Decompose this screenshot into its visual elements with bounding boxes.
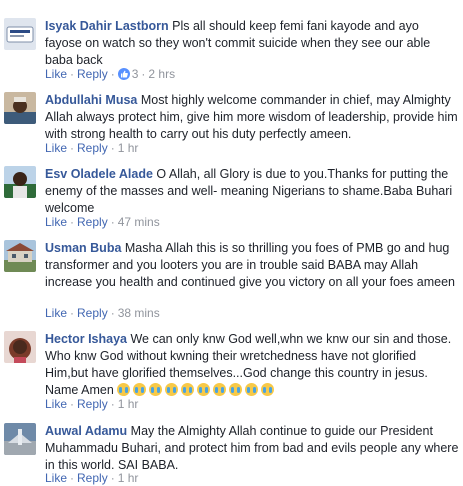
like-link[interactable]: Like [45, 397, 67, 411]
comment-body: Abdullahi Musa Most highly welcome comma… [45, 92, 459, 143]
separator: · [110, 215, 115, 229]
comment-thread: Isyak Dahir Lastborn Pls all should keep… [0, 0, 463, 485]
commenter-name[interactable]: Auwal Adamu [45, 424, 127, 438]
like-link[interactable]: Like [45, 306, 67, 320]
separator: · [110, 306, 115, 320]
comment-actions: Like · Reply · 47 mins [45, 214, 160, 230]
separator: · [110, 397, 115, 411]
timestamp[interactable]: 1 hr [118, 141, 139, 155]
timestamp[interactable]: 47 mins [118, 215, 160, 229]
avatar[interactable] [4, 18, 36, 50]
like-link[interactable]: Like [45, 215, 67, 229]
separator: · [110, 67, 115, 81]
crying-emoji-icon [181, 383, 195, 396]
separator: · [110, 471, 115, 485]
comment-body: Usman Buba Masha Allah this is so thrill… [45, 240, 459, 291]
avatar[interactable] [4, 240, 36, 272]
crying-emoji-icon [133, 383, 147, 396]
crying-emoji-icon [245, 383, 259, 396]
comment-actions: Like · Reply · 1 hr [45, 396, 138, 412]
separator: · [70, 397, 75, 411]
avatar-image [4, 18, 36, 50]
comment-body: Isyak Dahir Lastborn Pls all should keep… [45, 18, 459, 69]
comment-actions: Like · Reply · 38 mins [45, 305, 160, 321]
reply-link[interactable]: Reply [77, 397, 108, 411]
comment-body: Esv Oladele Alade O Allah, all Glory is … [45, 166, 459, 217]
separator: · [141, 67, 146, 81]
avatar-image [4, 166, 36, 198]
avatar[interactable] [4, 423, 36, 455]
like-link[interactable]: Like [45, 141, 67, 155]
crying-emoji-icon [165, 383, 179, 396]
crying-emoji-icon [117, 383, 131, 396]
timestamp[interactable]: 38 mins [118, 306, 160, 320]
separator: · [70, 471, 75, 485]
avatar[interactable] [4, 331, 36, 363]
commenter-name[interactable]: Usman Buba [45, 241, 121, 255]
avatar-image [4, 331, 36, 363]
comment-actions: Like · Reply · 1 hr [45, 470, 138, 486]
separator: · [110, 141, 115, 155]
crying-emoji-icon [149, 383, 163, 396]
commenter-name[interactable]: Esv Oladele Alade [45, 167, 153, 181]
crying-emoji-icon [229, 383, 243, 396]
like-link[interactable]: Like [45, 67, 67, 81]
reply-link[interactable]: Reply [77, 471, 108, 485]
comment-actions: Like · Reply · 3 · 2 hrs [45, 66, 175, 82]
timestamp[interactable]: 1 hr [118, 471, 139, 485]
avatar[interactable] [4, 92, 36, 124]
comment-actions: Like · Reply · 1 hr [45, 140, 138, 156]
crying-emoji-icon [197, 383, 211, 396]
crying-emoji-icon [261, 383, 275, 396]
comment-body: Auwal Adamu May the Almighty Allah conti… [45, 423, 459, 474]
avatar-image [4, 92, 36, 124]
avatar-image [4, 423, 36, 455]
commenter-name[interactable]: Abdullahi Musa [45, 93, 137, 107]
separator: · [70, 141, 75, 155]
avatar[interactable] [4, 166, 36, 198]
commenter-name[interactable]: Isyak Dahir Lastborn [45, 19, 169, 33]
reply-link[interactable]: Reply [77, 141, 108, 155]
reply-link[interactable]: Reply [77, 306, 108, 320]
separator: · [70, 215, 75, 229]
timestamp[interactable]: 1 hr [118, 397, 139, 411]
separator: · [70, 306, 75, 320]
crying-emoji-icon [213, 383, 227, 396]
crying-emoji-row [117, 383, 277, 397]
reply-link[interactable]: Reply [77, 67, 108, 81]
separator: · [70, 67, 75, 81]
like-link[interactable]: Like [45, 471, 67, 485]
comment-body: Hector Ishaya We can only knw God well,w… [45, 331, 459, 399]
reply-link[interactable]: Reply [77, 215, 108, 229]
like-reaction-icon[interactable] [117, 68, 130, 80]
commenter-name[interactable]: Hector Ishaya [45, 332, 127, 346]
avatar-image [4, 240, 36, 272]
timestamp[interactable]: 2 hrs [148, 67, 175, 81]
